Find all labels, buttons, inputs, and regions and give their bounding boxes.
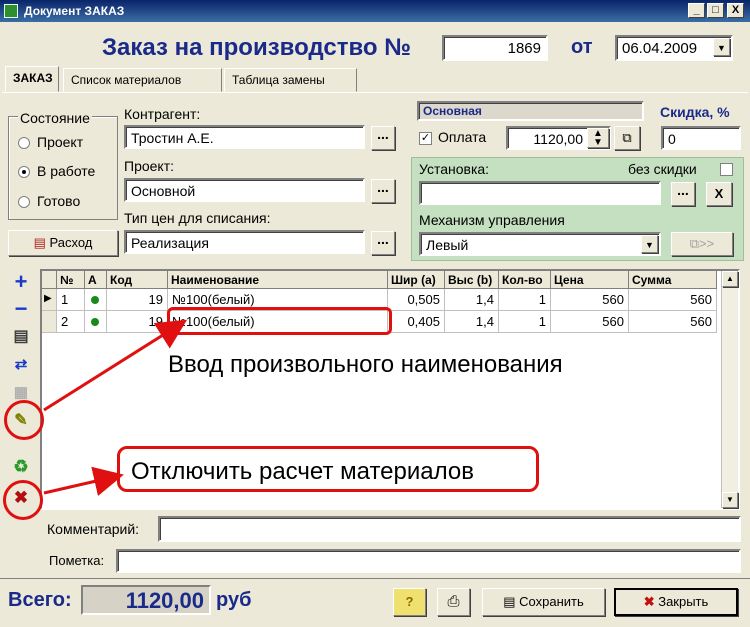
arrow-to-name	[43, 319, 188, 412]
close-icon: ✖	[643, 594, 655, 609]
save-button[interactable]: ▤ Сохранить	[482, 588, 605, 616]
note-label: Пометка:	[49, 553, 105, 568]
total-label: Всего:	[8, 589, 72, 611]
total-value: 1120,00	[81, 585, 211, 615]
footer-divider	[0, 578, 750, 579]
print-icon[interactable]: ⎙	[437, 588, 470, 616]
close-button-label: Закрыть	[658, 594, 709, 609]
currency-label: руб	[216, 589, 252, 611]
help-button[interactable]: ?	[393, 588, 426, 616]
note-field[interactable]	[116, 549, 741, 573]
window: Документ ЗАКАЗ _ □ X Заказ на производст…	[0, 0, 750, 627]
comment-field[interactable]	[158, 516, 741, 542]
arrow-to-label	[43, 466, 124, 496]
save-button-label: Сохранить	[519, 594, 584, 609]
close-button[interactable]: ✖ Закрыть	[614, 588, 738, 616]
comment-label: Комментарий:	[47, 521, 140, 537]
save-icon: ▤	[503, 594, 516, 609]
